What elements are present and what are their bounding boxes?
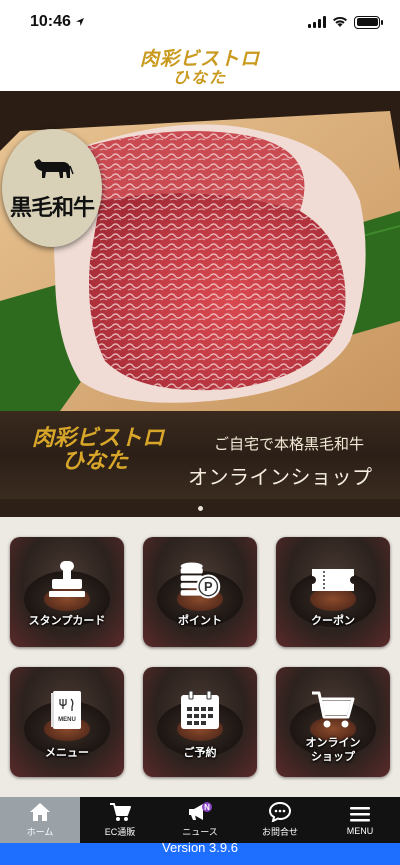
- tab-label: EC通販: [104, 827, 136, 837]
- news-badge: N: [204, 803, 210, 812]
- version-bar: Version 3.9.6: [0, 840, 400, 865]
- banner-title: オンラインショップ: [188, 465, 373, 489]
- tile-points[interactable]: P ポイント: [143, 537, 257, 647]
- megaphone-icon: N: [189, 802, 212, 820]
- tile-label: オンライン ショップ: [276, 737, 390, 765]
- tab-news[interactable]: N ニュース: [160, 797, 240, 843]
- carousel-page-indicator: [0, 499, 400, 517]
- tab-label: ホーム: [26, 827, 54, 837]
- tile-menu[interactable]: MENU メニュー: [10, 667, 124, 777]
- tile-reservation[interactable]: ご予約: [143, 667, 257, 777]
- header-logo-line1: 肉彩ビストロ: [139, 47, 260, 70]
- banner-logo-line1: 肉彩ビストロ: [32, 425, 165, 451]
- tab-label: MENU: [346, 825, 374, 836]
- coupon-ticket-icon: [310, 557, 356, 603]
- status-time: 10:46: [30, 13, 85, 31]
- tab-label: お問合せ: [261, 827, 298, 837]
- tile-label: ご予約: [183, 747, 217, 759]
- menu-grid: スタンプカード P ポイント クーポン MENU メニュー ご予約 オンライン …: [0, 517, 400, 797]
- tile-coupon[interactable]: クーポン: [276, 537, 390, 647]
- tab-contact[interactable]: お問合せ: [240, 797, 320, 843]
- tile-label: スタンプカード: [28, 615, 106, 627]
- tab-home[interactable]: ホーム: [0, 797, 80, 843]
- chat-bubble-icon: [269, 802, 291, 822]
- online-shop-banner[interactable]: 肉彩ビストロ ひなた ご自宅で本格黒毛和牛 オンラインショップ: [0, 411, 400, 499]
- kuroge-wagyu-badge: 黒毛和牛: [2, 129, 102, 247]
- cow-icon: [34, 159, 74, 178]
- carousel-dot-active[interactable]: [197, 505, 203, 511]
- tile-label-line2: ショップ: [311, 750, 355, 763]
- banner-subtitle: ご自宅で本格黒毛和牛: [214, 435, 365, 453]
- tab-ec-shop[interactable]: EC通販: [80, 797, 160, 843]
- stamp-icon: [44, 557, 90, 603]
- tab-menu[interactable]: MENU: [320, 797, 400, 843]
- calendar-icon: [177, 687, 223, 733]
- cart-icon: [110, 803, 131, 821]
- shopping-cart-icon: [310, 687, 356, 733]
- cellular-signal-icon: [308, 16, 326, 28]
- tile-label: メニュー: [45, 747, 89, 759]
- tile-label: ポイント: [178, 615, 222, 627]
- app-header: 肉彩ビストロ ひなた: [0, 44, 400, 91]
- svg-text:P: P: [204, 579, 213, 594]
- location-arrow-icon: [75, 18, 84, 26]
- tile-label-line1: オンライン: [305, 737, 361, 749]
- version-text: Version 3.9.6: [162, 840, 238, 855]
- banner-logo: 肉彩ビストロ ひなた: [32, 425, 165, 475]
- points-coin-icon: P: [177, 557, 223, 603]
- tile-online-shop[interactable]: オンライン ショップ: [276, 667, 390, 777]
- header-logo-line2: ひなた: [172, 67, 227, 87]
- tile-stamp-card[interactable]: スタンプカード: [10, 537, 124, 647]
- battery-icon: [354, 15, 383, 29]
- banner-logo-line2: ひなた: [62, 448, 129, 475]
- wifi-icon: [333, 16, 347, 27]
- hero-banner-image[interactable]: 黒毛和牛: [0, 91, 400, 411]
- bottom-tab-bar: ホーム EC通販 N ニュース お問合せ MENU: [0, 797, 400, 843]
- tab-label: ニュース: [182, 827, 218, 837]
- home-icon: [30, 803, 50, 821]
- badge-text: 黒毛和牛: [9, 195, 95, 221]
- tile-label: クーポン: [311, 615, 355, 627]
- menu-book-icon: MENU: [44, 687, 90, 733]
- svg-text:MENU: MENU: [58, 717, 76, 723]
- clock-text: 10:46: [30, 13, 71, 30]
- hamburger-icon: [350, 806, 370, 821]
- status-bar: 10:46: [0, 0, 400, 44]
